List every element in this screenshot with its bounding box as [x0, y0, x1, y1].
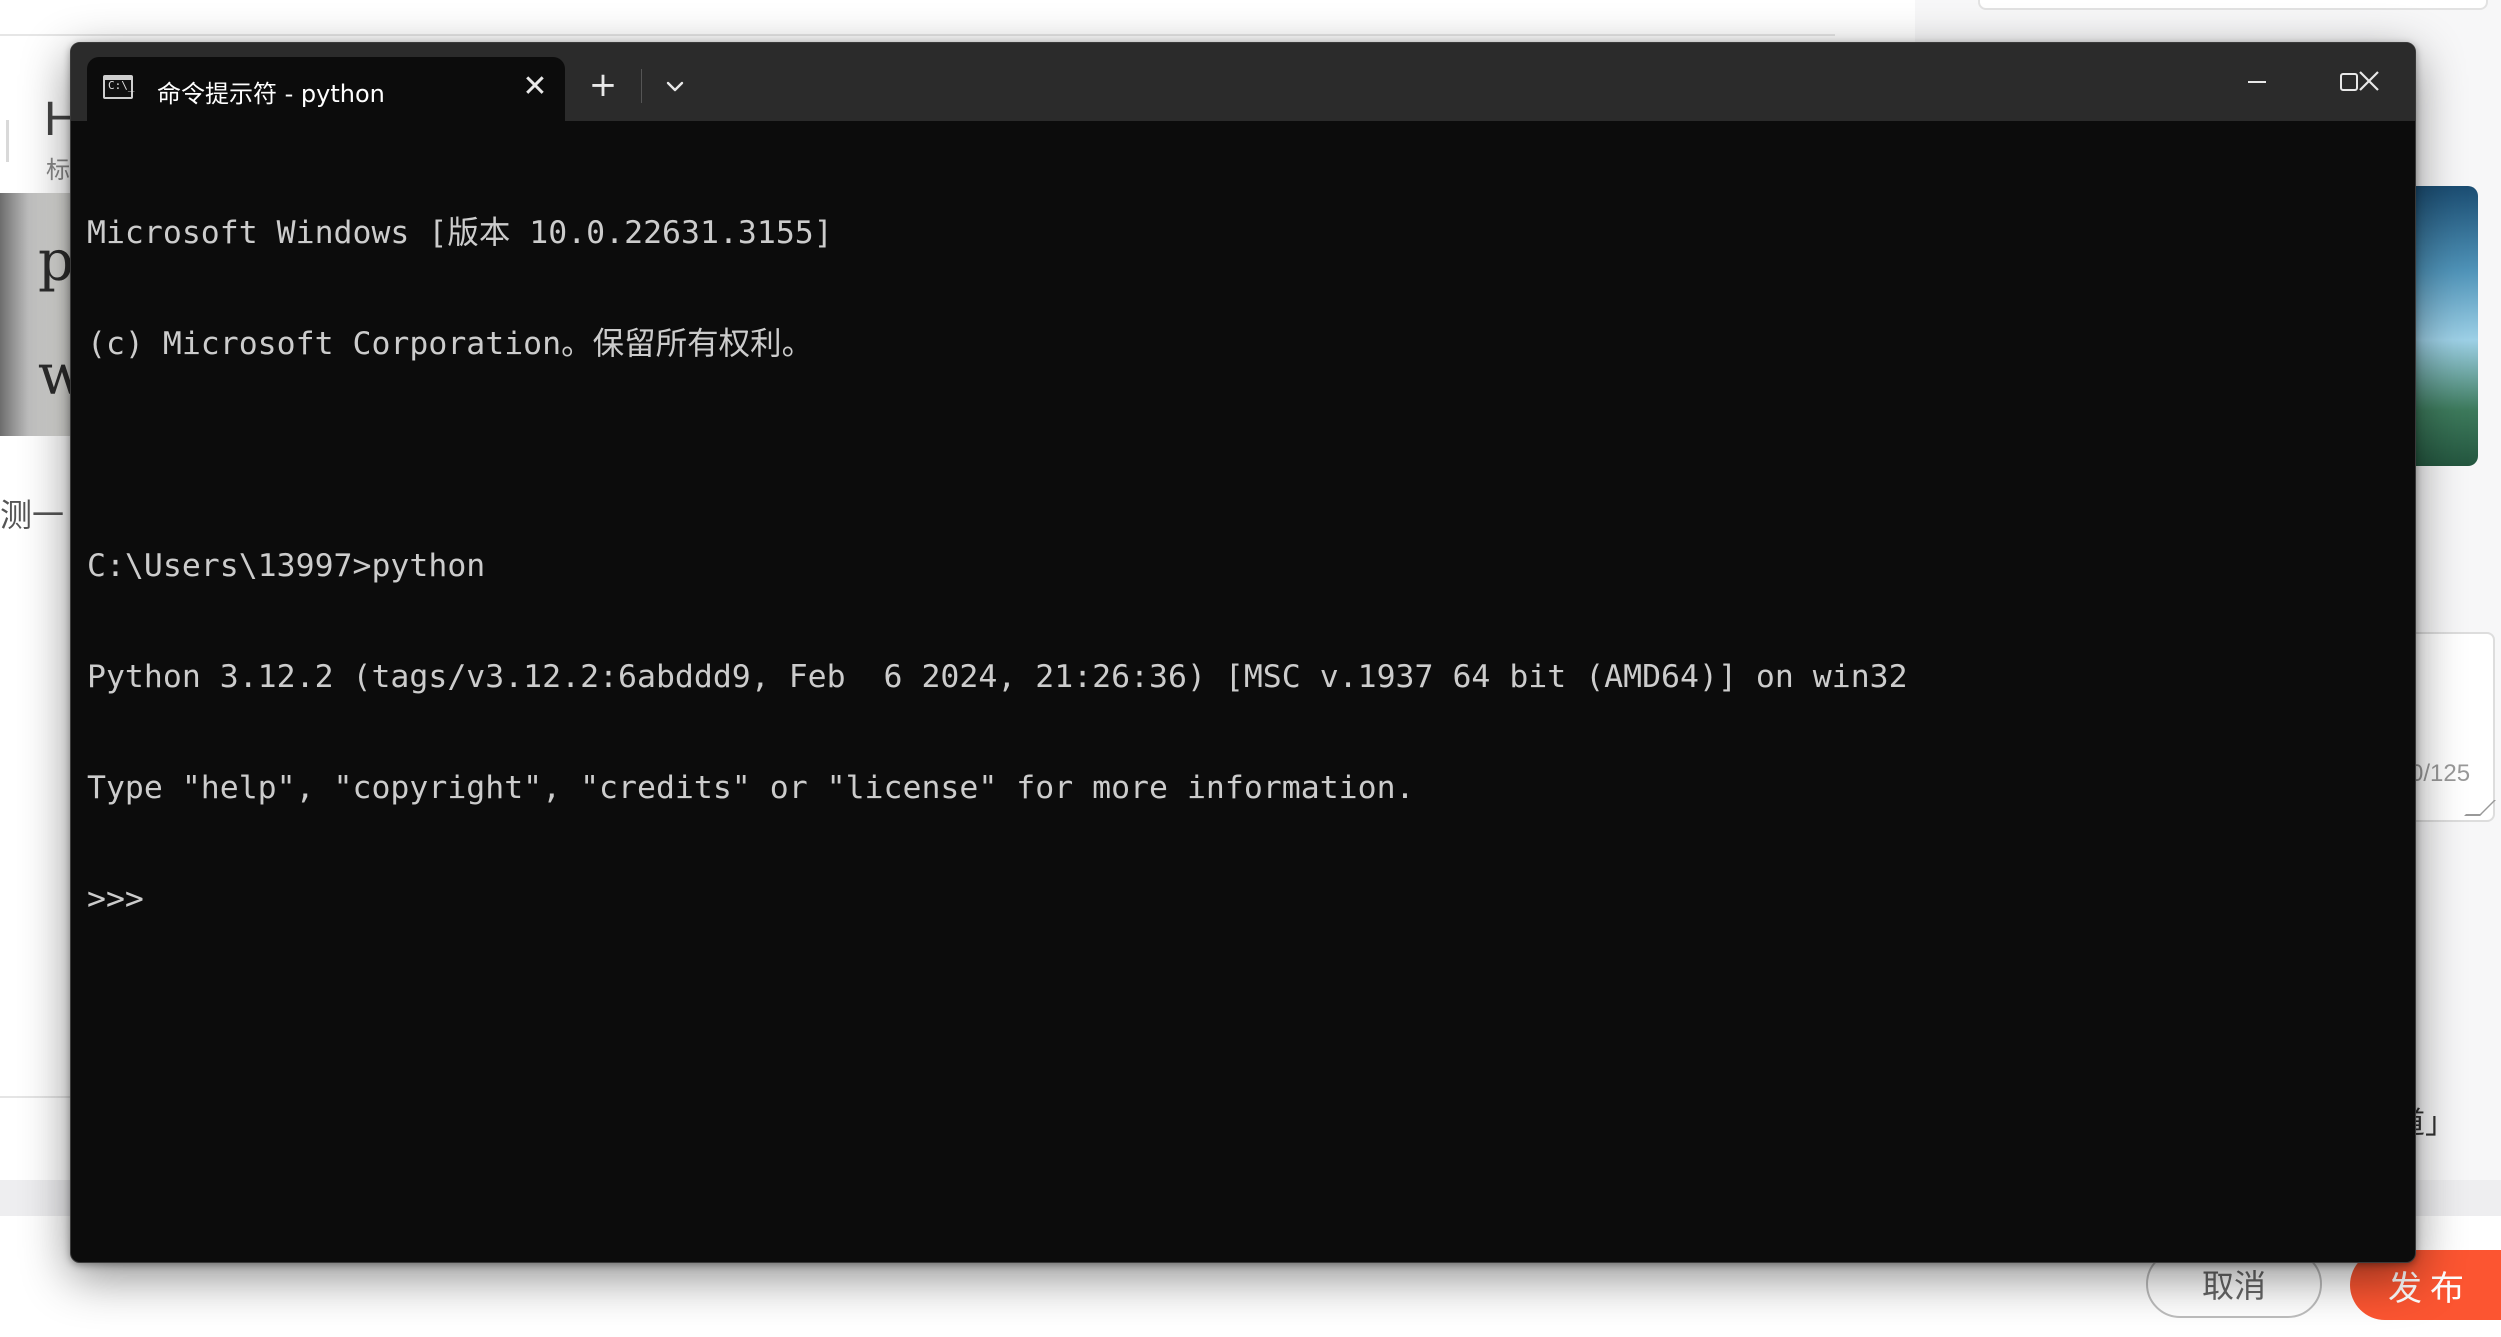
subtitle-fragment: 标: [46, 157, 70, 184]
cover-image-thumbnail[interactable]: p w: [0, 193, 86, 436]
sidebar-input-field[interactable]: [1978, 0, 2488, 10]
tab-separator: [641, 69, 642, 103]
tab-title: 命令提示符 - python: [157, 80, 385, 108]
section-divider: [0, 1096, 80, 1098]
console-line: Type "help", "copyright", "credits" or "…: [87, 770, 1415, 806]
console-line: Python 3.12.2 (tags/v3.12.2:6abddd9, Feb…: [87, 659, 1908, 695]
vertical-divider: [6, 120, 9, 162]
close-tab-icon[interactable]: ✕: [519, 71, 551, 103]
command-prompt-icon-text: C:\_: [108, 79, 135, 92]
minimize-icon: [2248, 81, 2266, 83]
title-bar[interactable]: C:\_ 命令提示符 - python ✕ +: [71, 43, 2415, 121]
tab-command-prompt[interactable]: C:\_ 命令提示符 - python ✕: [87, 57, 565, 121]
thumbnail-text-p: p: [38, 229, 74, 294]
chevron-down-icon[interactable]: [657, 69, 693, 105]
top-divider: [0, 34, 1835, 36]
console-line: (c) Microsoft Corporation。保留所有权利。: [87, 326, 814, 362]
terminal-window[interactable]: C:\_ 命令提示符 - python ✕ + Microsoft Window…: [70, 42, 2416, 1263]
command-prompt-icon: C:\_: [103, 75, 135, 99]
close-icon: [2359, 71, 2379, 91]
console-line: C:\Users\13997>python: [87, 548, 486, 584]
body-text-fragment: 测一: [0, 497, 65, 533]
python-prompt[interactable]: >>>: [87, 881, 2399, 918]
char-counter: 0/125: [2410, 760, 2471, 787]
new-tab-button[interactable]: +: [583, 65, 623, 105]
minimize-button[interactable]: [2211, 43, 2303, 121]
console-line: Microsoft Windows [版本 10.0.22631.3155]: [87, 215, 833, 251]
close-window-button[interactable]: [2322, 42, 2416, 120]
console-output[interactable]: Microsoft Windows [版本 10.0.22631.3155] (…: [87, 141, 2399, 1246]
